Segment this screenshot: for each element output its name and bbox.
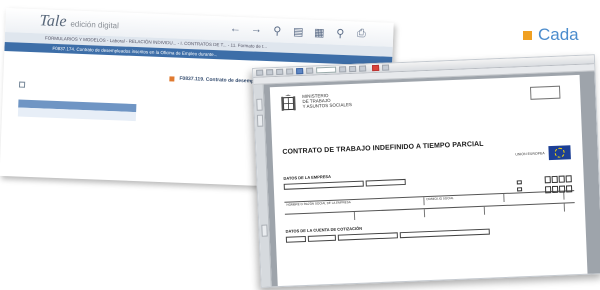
code-box[interactable] [551,175,558,184]
code-box[interactable] [551,185,559,194]
search-icon[interactable] [286,68,294,75]
app-logo: Tale edición digital [39,12,119,33]
pages-tab[interactable] [256,98,263,111]
zoom-in-icon[interactable] [339,66,347,73]
logo-subtitle: edición digital [70,19,120,31]
check-option[interactable] [517,186,524,193]
fit-page-icon[interactable] [349,65,357,73]
pdf-viewer-window: MINISTERIO DE TRABAJO Y ASUNTOS SOCIALES… [252,54,600,288]
attachments-tab[interactable] [261,224,268,237]
code-box[interactable] [544,186,552,194]
email-icon[interactable] [276,68,284,76]
code-box[interactable] [558,175,565,183]
grid-cell [354,209,426,220]
zoom-out-icon[interactable] [306,67,314,74]
document-icon[interactable]: ▦ [313,26,325,38]
list-icon[interactable]: ▤ [292,25,304,38]
checkbox[interactable] [18,81,26,88]
agency-logo [529,85,561,100]
screenshot-canvas: Tale edición digital ← → ⚲ ▤ ▦ ⚲ ⎙ FORMU… [0,0,600,290]
grid-cell [504,191,565,202]
ministry-line: Y ASUNTOS SOCIALES [302,102,353,109]
code-box[interactable] [558,185,566,193]
forward-arrow-icon[interactable]: → [250,23,262,35]
form-field[interactable] [307,234,337,242]
slide-caption: Cada [523,25,579,45]
search-in-updates-option[interactable] [18,81,151,93]
code-box[interactable] [565,185,573,193]
form-field[interactable] [365,178,406,187]
grid-cell [484,203,566,215]
employer-type-checks [516,179,525,193]
document-area[interactable]: MINISTERIO DE TRABAJO Y ASUNTOS SOCIALES… [263,71,600,288]
code-box[interactable] [544,176,551,184]
form-page: MINISTERIO DE TRABAJO Y ASUNTOS SOCIALES… [269,74,588,288]
search-icon[interactable]: ⚲ [271,24,283,37]
bookmarks-tab[interactable] [256,114,264,127]
ministry-header: MINISTERIO DE TRABAJO Y ASUNTOS SOCIALES [280,83,571,115]
caption-text: Cada [538,25,579,44]
bullet-square-icon [523,30,532,40]
coat-of-arms-icon [281,94,296,111]
logo-mark: Tale [39,12,67,31]
bullet-icon [169,76,175,82]
viewer-main: MINISTERIO DE TRABAJO Y ASUNTOS SOCIALES… [253,71,600,288]
left-panel [2,51,152,122]
print-icon[interactable] [266,69,274,76]
eu-badge: UNION EUROPEA [515,145,571,161]
header-toolbar: ← → ⚲ ▤ ▦ ⚲ ⎙ [229,23,367,40]
eu-flag-icon [548,145,571,161]
save-icon[interactable] [256,69,264,76]
filter-options [19,94,151,99]
comment-icon[interactable] [381,64,390,71]
code-box[interactable] [565,175,572,183]
sign-icon[interactable] [371,64,380,72]
grid-cell [424,206,486,218]
grid-cell: DOMICILIO SOCIAL [424,193,505,206]
form-field[interactable] [399,228,490,239]
rotate-icon[interactable] [358,65,367,72]
eu-label: UNION EUROPEA [515,151,545,157]
print-icon[interactable]: ⎙ [355,27,367,39]
ministry-name: MINISTERIO DE TRABAJO Y ASUNTOS SOCIALES [302,92,352,109]
eu-label-line: UNION EUROPEA [515,151,545,157]
search-small-icon[interactable]: ⚲ [334,27,346,39]
form-field[interactable] [285,235,307,243]
code-boxes [544,175,572,184]
form-field[interactable] [283,180,364,190]
code-boxes [544,185,573,194]
grid-cell [284,211,356,223]
zoom-field[interactable] [316,66,337,74]
back-arrow-icon[interactable]: ← [229,23,241,35]
select-tool-icon[interactable] [296,67,304,75]
form-field[interactable] [337,232,398,241]
